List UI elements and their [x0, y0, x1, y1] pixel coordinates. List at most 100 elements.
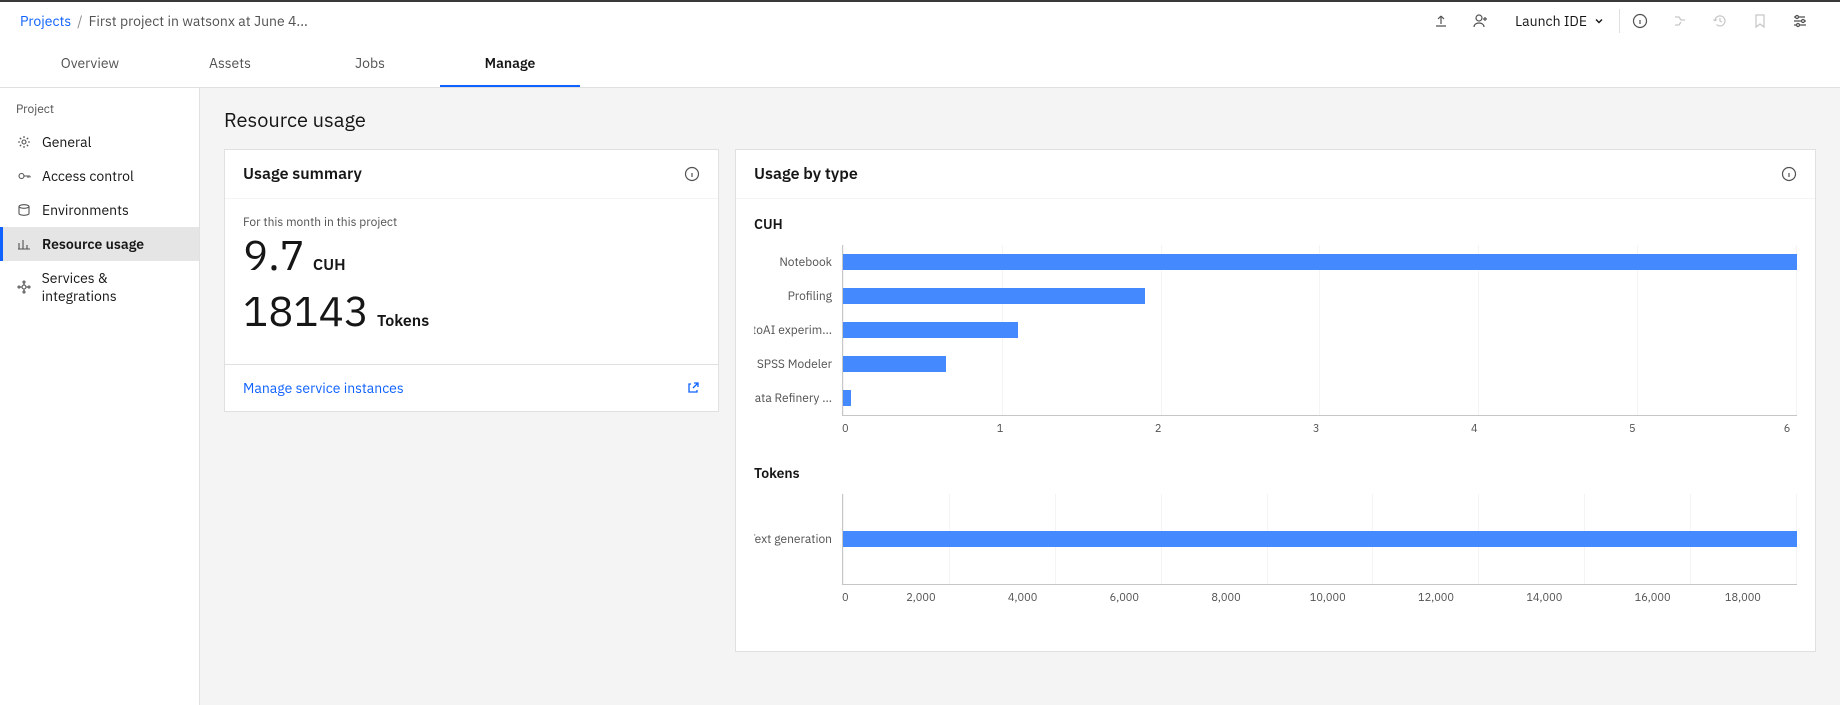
add-user-icon[interactable] — [1461, 1, 1501, 41]
summary-cuh-unit: CUH — [313, 255, 346, 275]
chart-title: CUH — [754, 215, 1797, 233]
chart-bar — [843, 390, 851, 406]
integrations-icon — [16, 279, 32, 295]
content: Resource usage Usage summary For this mo… — [200, 88, 1840, 705]
chart-bar — [843, 254, 1797, 270]
chart-title: Tokens — [754, 464, 1797, 482]
tab-jobs[interactable]: Jobs — [300, 40, 440, 87]
sidebar-item-label: Environments — [42, 201, 129, 219]
breadcrumb-separator: / — [77, 12, 82, 30]
sidebar-section-label: Project — [0, 102, 199, 125]
chart-axis-tick: 0 — [842, 591, 849, 605]
sidebar-item-environments[interactable]: Environments — [0, 193, 199, 227]
page-title: Resource usage — [224, 106, 1816, 133]
tab-assets[interactable]: Assets — [160, 40, 300, 87]
chart-bar-row — [843, 347, 1797, 381]
gear-icon — [16, 134, 32, 150]
chart-axis-tick: 3 — [1313, 422, 1320, 436]
sidebar-item-services[interactable]: Services & integrations — [0, 261, 199, 313]
breadcrumb-root-link[interactable]: Projects — [20, 12, 71, 30]
chart-category-label: AutoAI experim... — [754, 313, 842, 347]
card-header: Usage by type — [736, 150, 1815, 199]
tabs: Overview Assets Jobs Manage — [0, 40, 1840, 88]
chart-axis-tick: 6,000 — [1110, 591, 1139, 605]
chart-axis-tick: 6 — [1784, 422, 1791, 436]
sidebar: Project General Access control — [0, 88, 200, 705]
chart-category-label: Text generation — [754, 522, 842, 556]
launch-ide-dropdown[interactable]: Launch IDE — [1501, 1, 1619, 41]
sidebar-item-access[interactable]: Access control — [0, 159, 199, 193]
hchart: NotebookProfilingAutoAI experim...SPSS M… — [754, 245, 1797, 416]
chart-bar-row — [843, 522, 1797, 556]
sidebar-item-general[interactable]: General — [0, 125, 199, 159]
topbar-actions: Launch IDE — [1421, 1, 1820, 41]
sidebar-item-label: Access control — [42, 167, 134, 185]
usage-summary-card: Usage summary For this month in this pro… — [224, 149, 719, 412]
main: Project General Access control — [0, 88, 1840, 705]
launch-icon[interactable] — [686, 381, 700, 395]
info-icon[interactable] — [1781, 166, 1797, 182]
chart-bar — [843, 531, 1797, 547]
chart-axis-tick: 2 — [1155, 422, 1162, 436]
hchart-labels: Text generation — [754, 494, 842, 584]
breadcrumb: Projects / First project in watsonx at J… — [20, 12, 308, 30]
card-title: Usage summary — [243, 164, 362, 184]
sidebar-item-label: Services & integrations — [42, 269, 183, 305]
chart-icon — [16, 236, 32, 252]
settings-icon[interactable] — [1780, 1, 1820, 41]
chart-category-label: Notebook — [754, 245, 842, 279]
chart-bar — [843, 288, 1145, 304]
history-icon — [1700, 1, 1740, 41]
card-header: Usage summary — [225, 150, 718, 199]
summary-tokens-unit: Tokens — [377, 311, 429, 331]
chevron-down-icon — [1593, 15, 1605, 27]
mapping-icon — [1660, 1, 1700, 41]
sidebar-item-label: Resource usage — [42, 235, 144, 253]
chart-bar — [843, 322, 1018, 338]
card-body: For this month in this project 9.7 CUH 1… — [225, 199, 718, 364]
usage-by-type-card: Usage by type CUH NotebookProfilingAutoA… — [735, 149, 1816, 652]
chart-axis-tick: 16,000 — [1635, 591, 1671, 605]
hchart: Text generation — [754, 494, 1797, 585]
card-title: Usage by type — [754, 164, 858, 184]
hchart-plot — [842, 245, 1797, 416]
chart-bar — [843, 356, 946, 372]
hchart-axis: 02,0004,0006,0008,00010,00012,00014,0001… — [842, 591, 1797, 605]
chart-category-label: SPSS Modeler — [754, 348, 842, 382]
chart-category-label: Data Refinery ... — [754, 382, 842, 416]
tab-manage[interactable]: Manage — [440, 40, 580, 87]
summary-tokens: 18143 Tokens — [243, 290, 700, 332]
card-body: CUH NotebookProfilingAutoAI experim...SP… — [736, 199, 1815, 651]
storage-icon — [16, 202, 32, 218]
breadcrumb-current: First project in watsonx at June 4... — [89, 12, 308, 30]
upload-icon[interactable] — [1421, 1, 1461, 41]
tab-overview[interactable]: Overview — [20, 40, 160, 87]
summary-subhead: For this month in this project — [243, 215, 700, 230]
chart-axis-tick: 8,000 — [1211, 591, 1240, 605]
chart-axis-tick: 0 — [842, 422, 849, 436]
cuh-chart: CUH NotebookProfilingAutoAI experim...SP… — [754, 215, 1797, 436]
tokens-chart: Tokens Text generation 02,0004,0006,0008… — [754, 464, 1797, 605]
chart-axis-tick: 14,000 — [1526, 591, 1562, 605]
manage-service-instances-link[interactable]: Manage service instances — [243, 379, 404, 397]
key-icon — [16, 168, 32, 184]
chart-axis-tick: 18,000 — [1725, 591, 1761, 605]
chart-category-label: Profiling — [754, 279, 842, 313]
summary-footer: Manage service instances — [225, 364, 718, 411]
summary-cuh-value: 9.7 — [243, 234, 305, 276]
summary-tokens-value: 18143 — [243, 290, 369, 332]
bookmark-icon — [1740, 1, 1780, 41]
chart-axis-tick: 5 — [1629, 422, 1636, 436]
hchart-axis: 0123456 — [842, 422, 1797, 436]
cards-row: Usage summary For this month in this pro… — [224, 149, 1816, 652]
chart-axis-tick: 2,000 — [906, 591, 935, 605]
hchart-plot — [842, 494, 1797, 585]
sidebar-item-label: General — [42, 133, 91, 151]
launch-ide-label: Launch IDE — [1515, 12, 1587, 30]
sidebar-item-resource-usage[interactable]: Resource usage — [0, 227, 199, 261]
chart-bar-row — [843, 313, 1797, 347]
topbar: Projects / First project in watsonx at J… — [0, 0, 1840, 40]
info-icon[interactable] — [684, 166, 700, 182]
chart-bar-row — [843, 381, 1797, 415]
info-icon[interactable] — [1620, 1, 1660, 41]
